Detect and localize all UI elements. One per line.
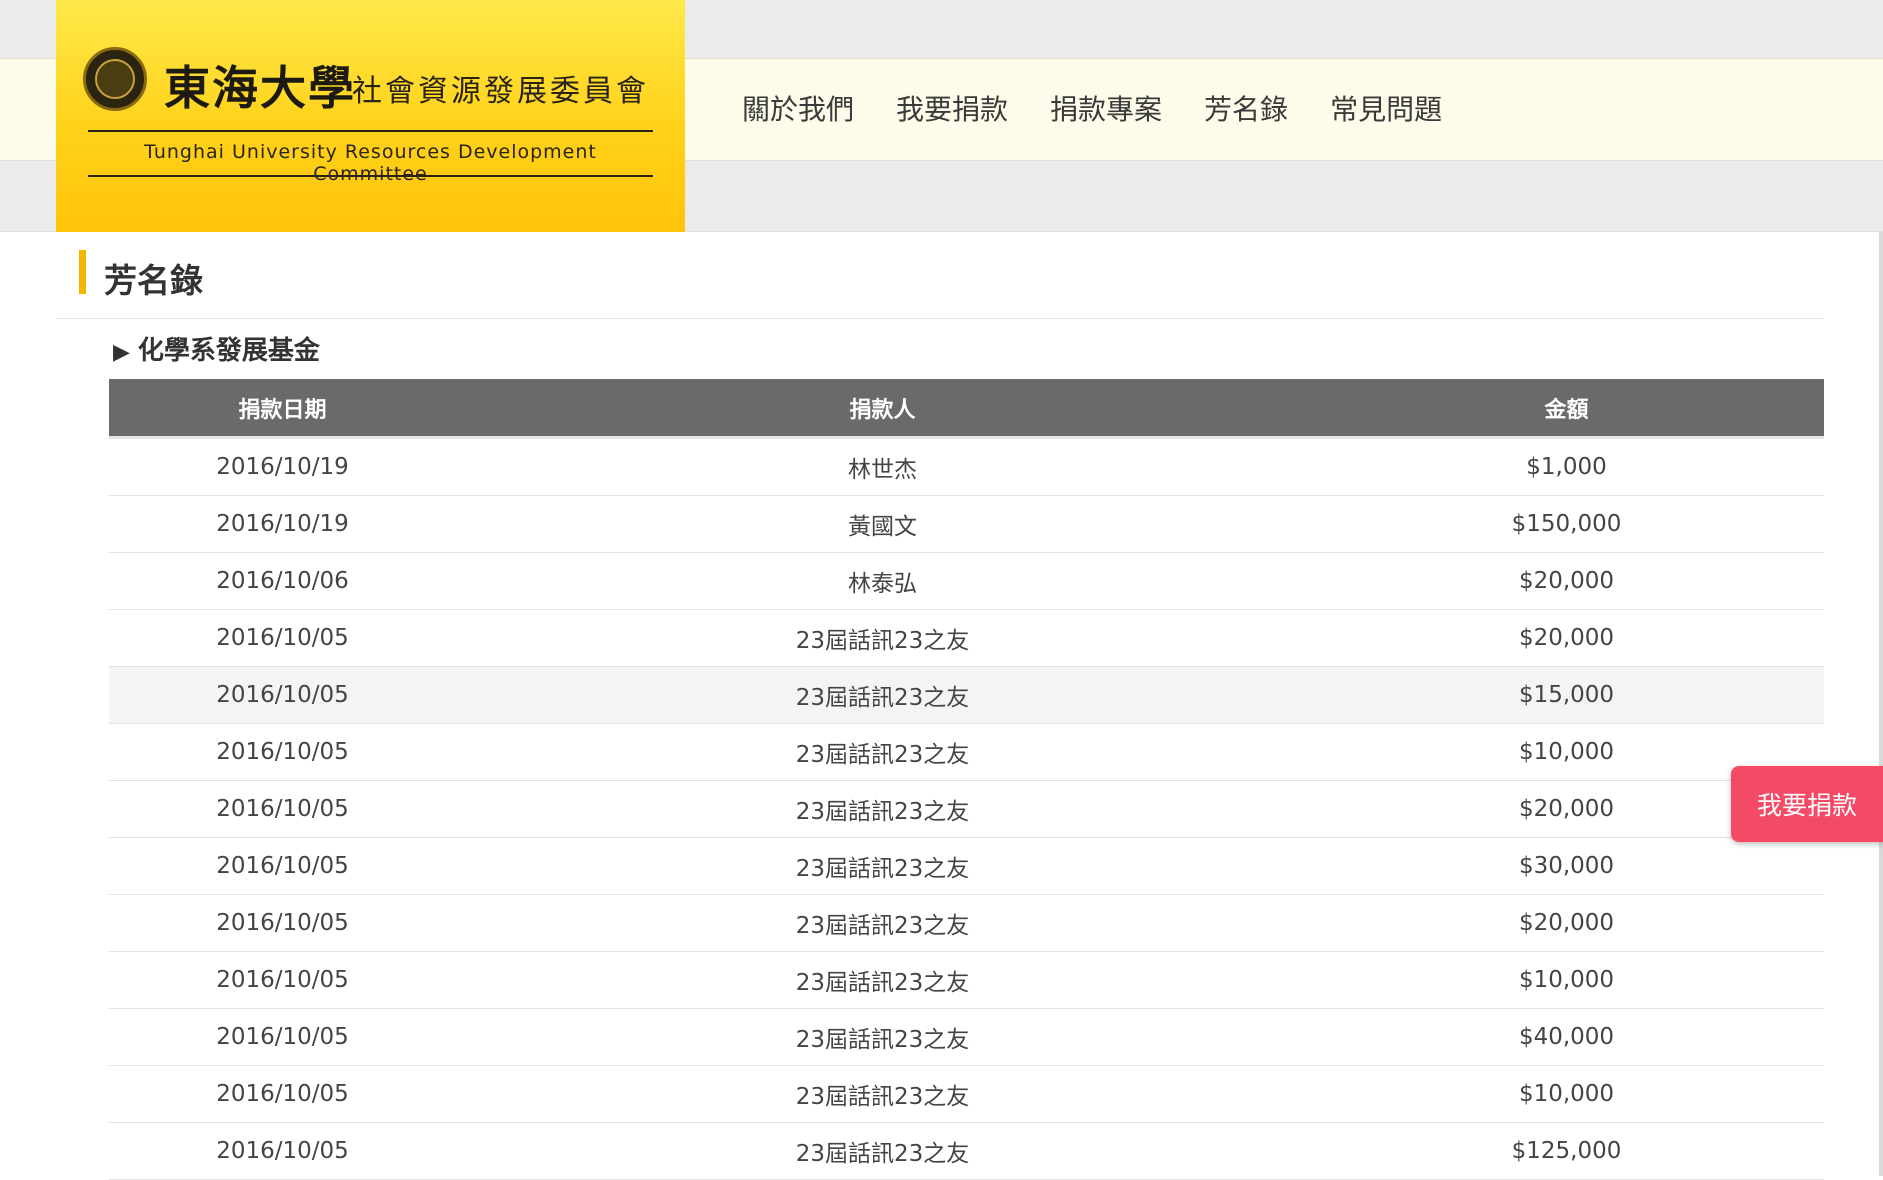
table-row: 2016/10/05 23屆話訊23之友 $10,000 — [109, 1065, 1824, 1123]
table-row: 2016/10/05 23屆話訊23之友 $40,000 — [109, 1008, 1824, 1066]
cell-donor: 23屆話訊23之友 — [456, 1122, 1309, 1180]
table-row: 2016/10/19 林世杰 $1,000 — [109, 437, 1824, 496]
cell-date: 2016/10/05 — [109, 780, 456, 838]
site-logo[interactable]: 東海大學 社會資源發展委員會 Tunghai University Resour… — [56, 0, 685, 232]
column-header-amount: 金額 — [1309, 379, 1824, 439]
nav-item-faq[interactable]: 常見問題 — [1330, 88, 1442, 128]
cell-donor: 23屆話訊23之友 — [456, 1008, 1309, 1066]
cell-amount: $20,000 — [1309, 609, 1824, 667]
logo-university-name: 東海大學 — [164, 61, 356, 115]
cell-donor: 23屆話訊23之友 — [456, 666, 1309, 724]
cell-amount: $20,000 — [1309, 894, 1824, 952]
cell-date: 2016/10/06 — [109, 552, 456, 610]
table-row: 2016/10/19 黃國文 $150,000 — [109, 495, 1824, 553]
column-header-date: 捐款日期 — [109, 379, 456, 439]
cell-amount: $20,000 — [1309, 552, 1824, 610]
main-nav: 關於我們 我要捐款 捐款專案 芳名錄 常見問題 — [742, 88, 1484, 128]
university-seal-icon — [83, 47, 147, 111]
table-row: 2016/10/05 23屆話訊23之友 $125,000 — [109, 1122, 1824, 1180]
nav-item-donate[interactable]: 我要捐款 — [896, 88, 1008, 128]
fund-section-toggle[interactable]: ▶ 化學系發展基金 — [113, 330, 320, 367]
cell-donor: 黃國文 — [456, 495, 1309, 553]
scrollbar-track[interactable] — [1879, 232, 1883, 1176]
nav-item-about[interactable]: 關於我們 — [742, 88, 854, 128]
table-row: 2016/10/05 23屆話訊23之友 $20,000 — [109, 780, 1824, 838]
cell-date: 2016/10/05 — [109, 666, 456, 724]
table-row: 2016/10/06 林泰弘 $20,000 — [109, 552, 1824, 610]
cell-date: 2016/10/05 — [109, 1065, 456, 1123]
cell-donor: 23屆話訊23之友 — [456, 951, 1309, 1009]
table-row: 2016/10/05 23屆話訊23之友 $10,000 — [109, 951, 1824, 1009]
column-header-donor: 捐款人 — [456, 379, 1309, 439]
cell-donor: 23屆話訊23之友 — [456, 837, 1309, 895]
cell-amount: $30,000 — [1309, 837, 1824, 895]
cell-date: 2016/10/19 — [109, 495, 456, 553]
logo-committee-name: 社會資源發展委員會 — [352, 74, 649, 109]
cell-date: 2016/10/05 — [109, 609, 456, 667]
cell-amount: $10,000 — [1309, 951, 1824, 1009]
fund-heading-label: 化學系發展基金 — [137, 336, 320, 366]
cell-date: 2016/10/05 — [109, 951, 456, 1009]
cell-amount: $150,000 — [1309, 495, 1824, 553]
cell-amount: $15,000 — [1309, 666, 1824, 724]
table-header-row: 捐款日期 捐款人 金額 — [109, 379, 1824, 439]
cell-amount: $10,000 — [1309, 1065, 1824, 1123]
logo-english-name: Tunghai University Resources Development… — [144, 141, 597, 185]
cell-date: 2016/10/05 — [109, 1008, 456, 1066]
cell-date: 2016/10/05 — [109, 894, 456, 952]
cell-donor: 23屆話訊23之友 — [456, 723, 1309, 781]
cell-donor: 林泰弘 — [456, 552, 1309, 610]
floating-donate-button[interactable]: 我要捐款 — [1731, 766, 1883, 842]
logo-divider-bottom — [88, 175, 653, 177]
cell-date: 2016/10/19 — [109, 437, 456, 496]
cell-donor: 林世杰 — [456, 437, 1309, 496]
table-row: 2016/10/05 23屆話訊23之友 $10,000 — [109, 723, 1824, 781]
title-divider — [56, 318, 1824, 319]
cell-date: 2016/10/05 — [109, 1122, 456, 1180]
table-row: 2016/10/05 23屆話訊23之友 $30,000 — [109, 837, 1824, 895]
page-title: 芳名錄 — [104, 261, 203, 300]
donor-table: 捐款日期 捐款人 金額 2016/10/19 林世杰 $1,000 2016/10/… — [109, 379, 1824, 1180]
triangle-right-icon: ▶ — [113, 340, 130, 365]
cell-donor: 23屆話訊23之友 — [456, 780, 1309, 838]
cell-donor: 23屆話訊23之友 — [456, 1065, 1309, 1123]
cell-amount: $125,000 — [1309, 1122, 1824, 1180]
cell-amount: $1,000 — [1309, 437, 1824, 496]
title-accent-bar — [79, 250, 86, 294]
cell-amount: $40,000 — [1309, 1008, 1824, 1066]
cell-donor: 23屆話訊23之友 — [456, 894, 1309, 952]
table-row: 2016/10/05 23屆話訊23之友 $20,000 — [109, 609, 1824, 667]
cell-date: 2016/10/05 — [109, 723, 456, 781]
table-row-hovered: 2016/10/05 23屆話訊23之友 $15,000 — [109, 666, 1824, 724]
nav-item-donor-list[interactable]: 芳名錄 — [1204, 88, 1288, 128]
logo-divider-top — [88, 130, 653, 132]
nav-item-projects[interactable]: 捐款專案 — [1050, 88, 1162, 128]
cell-donor: 23屆話訊23之友 — [456, 609, 1309, 667]
cell-date: 2016/10/05 — [109, 837, 456, 895]
table-row: 2016/10/05 23屆話訊23之友 $20,000 — [109, 894, 1824, 952]
